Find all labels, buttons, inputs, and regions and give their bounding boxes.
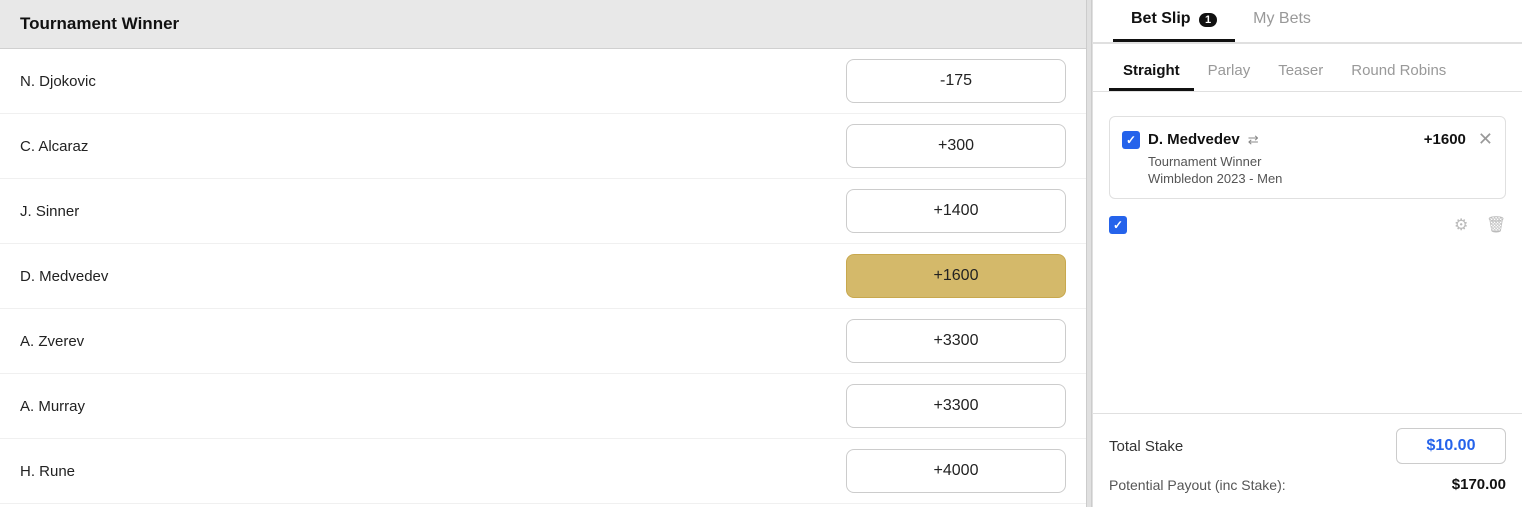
player-list: N. Djokovic-175C. Alcaraz+300J. Sinner+1… [0, 49, 1086, 504]
odds-button[interactable]: +4000 [846, 449, 1066, 493]
tab-teaser[interactable]: Teaser [1264, 54, 1337, 91]
stake-icons: ⚙ 🗑 [1454, 215, 1506, 235]
odds-button[interactable]: +3300 [846, 319, 1066, 363]
player-row: A. Murray+3300 [0, 374, 1086, 439]
bet-odds: +1600 [1424, 131, 1466, 148]
left-panel: Tournament Winner N. Djokovic-175C. Alca… [0, 0, 1086, 507]
payout-row: Potential Payout (inc Stake): $170.00 [1109, 476, 1506, 493]
tab-round-robins[interactable]: Round Robins [1337, 54, 1460, 91]
odds-button[interactable]: +1600 [846, 254, 1066, 298]
stake-row: ⚙ 🗑 [1109, 209, 1506, 241]
bet-slip-badge: 1 [1199, 13, 1217, 27]
bet-checkbox[interactable] [1122, 131, 1140, 149]
panel-title: Tournament Winner [0, 0, 1086, 49]
player-row: H. Rune+4000 [0, 439, 1086, 504]
player-name: D. Medvedev [20, 268, 846, 285]
player-name: A. Murray [20, 398, 846, 415]
bet-slip-body: D. Medvedev ⇄ +1600 ✕ Tournament Winner … [1093, 92, 1522, 413]
player-row: N. Djokovic-175 [0, 49, 1086, 114]
odds-button[interactable]: +3300 [846, 384, 1066, 428]
player-name: C. Alcaraz [20, 138, 846, 155]
odds-button[interactable]: +1400 [846, 189, 1066, 233]
player-name: N. Djokovic [20, 73, 846, 90]
bet-player-name: D. Medvedev [1148, 131, 1240, 148]
tab-bet-slip-label: Bet Slip [1131, 10, 1191, 27]
total-stake-label: Total Stake [1109, 438, 1183, 455]
total-stake-input[interactable] [1396, 428, 1506, 464]
top-header-tabs: Bet Slip 1 My Bets [1093, 0, 1522, 44]
player-row: J. Sinner+1400 [0, 179, 1086, 244]
payout-label: Potential Payout (inc Stake): [1109, 477, 1286, 493]
bet-subtitle-event: Wimbledon 2023 - Men [1122, 171, 1493, 186]
player-row: D. Medvedev+1600 [0, 244, 1086, 309]
odds-button[interactable]: -175 [846, 59, 1066, 103]
player-name: H. Rune [20, 463, 846, 480]
bet-entry-left: D. Medvedev ⇄ [1122, 131, 1259, 149]
payout-value: $170.00 [1452, 476, 1506, 493]
swap-icon: ⇄ [1248, 132, 1259, 148]
bet-type-tabs: Straight Parlay Teaser Round Robins [1093, 44, 1522, 92]
player-name: A. Zverev [20, 333, 846, 350]
bet-subtitle-type: Tournament Winner [1122, 154, 1493, 169]
total-stake-row: Total Stake [1109, 428, 1506, 464]
tab-parlay[interactable]: Parlay [1194, 54, 1265, 91]
remove-bet-button[interactable]: ✕ [1478, 129, 1493, 150]
stake-checkbox[interactable] [1109, 216, 1127, 234]
player-row: A. Zverev+3300 [0, 309, 1086, 374]
tab-bet-slip[interactable]: Bet Slip 1 [1113, 0, 1235, 42]
bet-entry: D. Medvedev ⇄ +1600 ✕ Tournament Winner … [1109, 116, 1506, 199]
right-panel: Bet Slip 1 My Bets Straight Parlay Tease… [1092, 0, 1522, 507]
tab-my-bets[interactable]: My Bets [1235, 0, 1329, 42]
bet-entry-header: D. Medvedev ⇄ +1600 ✕ [1122, 129, 1493, 150]
odds-button[interactable]: +300 [846, 124, 1066, 168]
tab-straight[interactable]: Straight [1109, 54, 1194, 91]
player-name: J. Sinner [20, 203, 846, 220]
player-row: C. Alcaraz+300 [0, 114, 1086, 179]
trash-icon[interactable]: 🗑 [1486, 215, 1506, 235]
bottom-section: Total Stake Potential Payout (inc Stake)… [1093, 413, 1522, 507]
tab-my-bets-label: My Bets [1253, 10, 1311, 27]
gear-icon[interactable]: ⚙ [1454, 215, 1474, 235]
